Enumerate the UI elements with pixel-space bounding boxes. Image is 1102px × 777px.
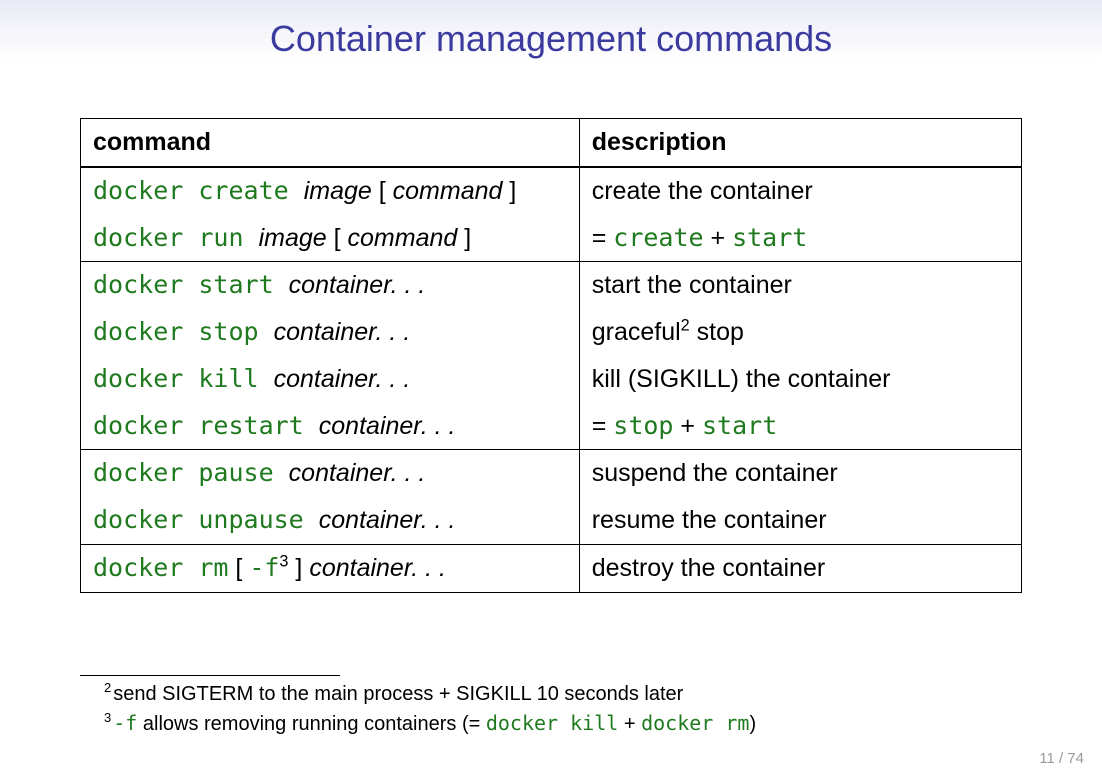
command-cell: docker pause container. . . — [81, 450, 580, 497]
footnote-3-text-a: allows removing running containers (= — [137, 713, 486, 735]
footnote-3-code-b: docker rm — [641, 711, 749, 735]
header-command: command — [81, 119, 580, 167]
slide: Container management commands command de… — [0, 0, 1102, 777]
footnote-3-plus: + — [618, 713, 641, 735]
plus-sign: + — [704, 224, 733, 252]
command-cell: docker run image [ command ] — [81, 215, 580, 262]
description-cell: destroy the container — [579, 544, 1021, 592]
header-description: description — [579, 119, 1021, 167]
description-cell: start the container — [579, 262, 1021, 309]
description-text: suspend the container — [592, 459, 838, 487]
footnote-3-flag: -f — [113, 711, 137, 735]
command-cell: docker kill container. . . — [81, 356, 580, 403]
description-text: resume the container — [592, 506, 827, 534]
footnote-ref: 2 — [681, 317, 690, 335]
command-keyword: docker rm — [93, 553, 228, 582]
table-row: docker pause container. . . suspend the c… — [81, 450, 1022, 497]
description-code: start — [732, 223, 807, 252]
command-argument: container. . . — [274, 365, 411, 393]
command-keyword: docker create — [93, 176, 304, 205]
bracket-open: [ — [228, 554, 249, 582]
footnote-rule — [80, 675, 340, 676]
description-cell: kill (SIGKILL) the container — [579, 356, 1021, 403]
command-keyword: docker restart — [93, 411, 319, 440]
table-header-row: command description — [81, 119, 1022, 167]
command-keyword: docker stop — [93, 317, 274, 346]
command-flag: -f — [249, 553, 279, 582]
table-row: docker kill container. . . kill (SIGKILL)… — [81, 356, 1022, 403]
bracket-open: [ — [327, 224, 348, 252]
description-cell: create the container — [579, 167, 1021, 215]
description-text: destroy the container — [592, 554, 825, 582]
command-argument: command — [348, 224, 458, 252]
command-cell: docker stop container. . . — [81, 309, 580, 356]
description-text: graceful — [592, 318, 681, 346]
command-keyword: docker run — [93, 223, 259, 252]
description-text: create the container — [592, 177, 813, 205]
page-number: 11 / 74 — [1039, 750, 1084, 767]
footnote-3-tail: ) — [749, 713, 756, 735]
command-cell: docker create image [ command ] — [81, 167, 580, 215]
command-argument: image — [304, 177, 372, 205]
footnote-3-code-a: docker kill — [486, 711, 618, 735]
description-cell: suspend the container — [579, 450, 1021, 497]
command-keyword: docker kill — [93, 364, 274, 393]
description-cell: graceful2 stop — [579, 309, 1021, 356]
slide-title: Container management commands — [0, 0, 1102, 60]
bracket-close: ] — [288, 554, 309, 582]
table-row: docker unpause container. . . resume the … — [81, 497, 1022, 544]
table-row: docker start container. . . start the con… — [81, 262, 1022, 309]
bracket-close: ] — [457, 224, 471, 252]
command-cell: docker unpause container. . . — [81, 497, 580, 544]
table-row: docker restart container. . .= stop + st… — [81, 403, 1022, 450]
footnote-2: 2send SIGTERM to the main process + SIGK… — [104, 680, 1022, 709]
table-row: docker run image [ command ]= create + s… — [81, 215, 1022, 262]
bracket-close: ] — [502, 177, 516, 205]
description-text: start the container — [592, 271, 792, 299]
footnote-3: 3-f allows removing running containers (… — [104, 709, 1022, 739]
bracket-open: [ — [372, 177, 393, 205]
table-row: docker stop container. . .graceful2 stop — [81, 309, 1022, 356]
command-keyword: docker unpause — [93, 505, 319, 534]
description-code: start — [702, 411, 777, 440]
command-cell: docker start container. . . — [81, 262, 580, 309]
command-argument: container. . . — [289, 271, 426, 299]
commands-table-wrap: command description docker create image … — [80, 118, 1022, 593]
description-text: stop — [690, 318, 744, 346]
footnotes: 2send SIGTERM to the main process + SIGK… — [80, 675, 1022, 739]
command-cell: docker rm [ -f3 ] container. . . — [81, 544, 580, 592]
table-row: docker create image [ command ] create th… — [81, 167, 1022, 215]
command-argument: container. . . — [319, 412, 456, 440]
command-argument: container. . . — [319, 506, 456, 534]
command-argument: command — [393, 177, 503, 205]
description-cell: = stop + start — [579, 403, 1021, 450]
command-argument: container. . . — [274, 318, 411, 346]
command-keyword: docker pause — [93, 458, 289, 487]
description-cell: = create + start — [579, 215, 1021, 262]
plus-sign: + — [673, 412, 702, 440]
commands-table: command description docker create image … — [80, 118, 1022, 593]
command-cell: docker restart container. . . — [81, 403, 580, 450]
command-argument: container. . . — [309, 554, 446, 582]
equals-sign: = — [592, 224, 614, 252]
footnote-3-num: 3 — [104, 710, 111, 725]
table-row: docker rm [ -f3 ] container. . . destroy … — [81, 544, 1022, 592]
command-keyword: docker start — [93, 270, 289, 299]
footnote-2-text: send SIGTERM to the main process + SIGKI… — [113, 683, 683, 705]
description-code: create — [613, 223, 703, 252]
footnote-2-num: 2 — [104, 680, 111, 695]
description-cell: resume the container — [579, 497, 1021, 544]
equals-sign: = — [592, 412, 614, 440]
description-code: stop — [613, 411, 673, 440]
command-argument: image — [259, 224, 327, 252]
command-argument: container. . . — [289, 459, 426, 487]
description-text: kill (SIGKILL) the container — [592, 365, 891, 393]
